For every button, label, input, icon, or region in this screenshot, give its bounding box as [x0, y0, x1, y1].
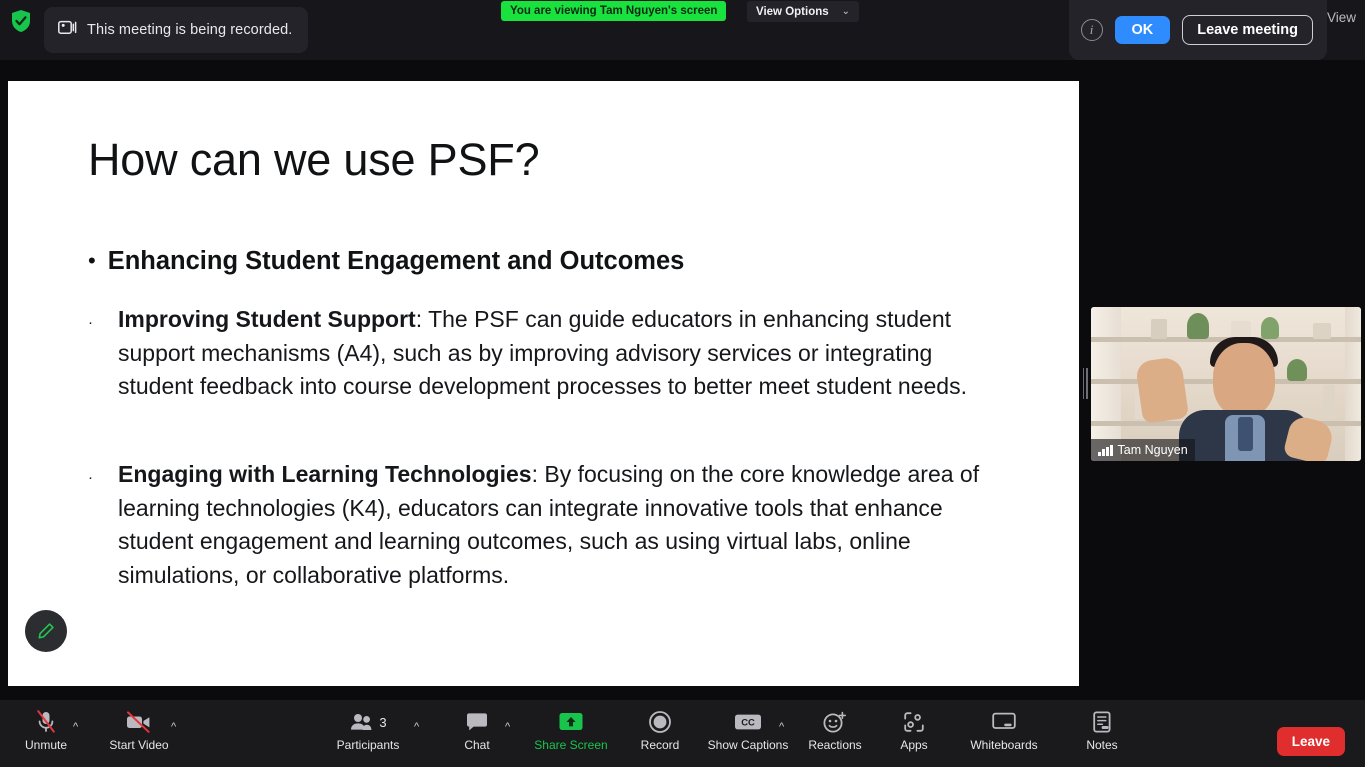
- chat-bubble-icon: [465, 708, 489, 736]
- chevron-down-icon: ⌄: [841, 5, 851, 17]
- video-background: [1091, 307, 1361, 461]
- plant-decoration: [1187, 313, 1209, 339]
- toolbar-item-whiteboards[interactable]: Whiteboards: [958, 708, 1050, 760]
- video-options-caret[interactable]: ^: [171, 721, 176, 733]
- shelf-object: [1323, 385, 1335, 419]
- network-signal-icon: [1098, 444, 1113, 456]
- toolbar-label-whiteboards: Whiteboards: [970, 738, 1038, 752]
- shelf-column-left: [1091, 307, 1121, 461]
- shield-check-icon[interactable]: [6, 6, 36, 36]
- toolbar-item-unmute[interactable]: Unmute: [16, 708, 76, 760]
- person-face: [1213, 343, 1275, 417]
- toolbar-label-show-captions: Show Captions: [707, 738, 789, 752]
- share-screen-icon: [558, 708, 584, 736]
- ok-button[interactable]: OK: [1114, 16, 1171, 44]
- pen-annotate-icon[interactable]: [25, 610, 67, 652]
- toolbar-item-start-video[interactable]: Start Video: [104, 708, 174, 760]
- slide-heading-bullet: • Enhancing Student Engagement and Outco…: [88, 245, 1018, 277]
- toolbar-label-notes: Notes: [1086, 738, 1118, 752]
- bullet-dot-icon: ·: [88, 314, 93, 331]
- panel-resize-handle[interactable]: [1081, 367, 1089, 400]
- meeting-toolbar: Unmute ^ Start Video ^ 3 Participants ^ …: [0, 700, 1365, 767]
- svg-text:CC: CC: [741, 716, 755, 727]
- participant-name-bar: Tam Nguyen: [1091, 439, 1195, 461]
- leave-button[interactable]: Leave: [1276, 727, 1345, 756]
- participant-video-tile[interactable]: Tam Nguyen: [1091, 307, 1361, 461]
- toolbar-label-unmute: Unmute: [24, 738, 68, 752]
- toolbar-item-show-captions[interactable]: CC Show Captions: [703, 708, 793, 760]
- notes-icon: [1091, 708, 1113, 736]
- handle-line: [1086, 368, 1088, 399]
- participant-name: Tam Nguyen: [1117, 443, 1188, 457]
- slide-point-1-lead: Improving Student Support: [118, 306, 416, 332]
- chat-options-caret[interactable]: ^: [505, 721, 510, 733]
- participants-icon: 3: [349, 708, 387, 736]
- toolbar-label-participants: Participants: [336, 738, 400, 752]
- closed-captions-icon: CC: [733, 708, 763, 736]
- toolbar-item-share-screen[interactable]: Share Screen: [530, 708, 612, 760]
- slide-point-1-text: Improving Student Support: The PSF can g…: [118, 303, 1008, 404]
- toolbar-label-record: Record: [640, 738, 680, 752]
- record-circle-icon: [648, 708, 672, 736]
- recording-indicator: This meeting is being recorded.: [44, 7, 309, 53]
- slide-heading-text: Enhancing Student Engagement and Outcome…: [107, 247, 685, 275]
- toolbar-label-reactions: Reactions: [808, 738, 862, 752]
- shelf-object: [1313, 323, 1331, 339]
- info-icon[interactable]: i: [1080, 19, 1103, 41]
- slide-point-2-lead: Engaging with Learning Technologies: [118, 461, 532, 487]
- shelf-column-right: [1345, 307, 1361, 461]
- viewing-screen-text: You are viewing Tam Nguyen's screen: [510, 5, 718, 17]
- whiteboard-icon: [991, 708, 1017, 736]
- toolbar-item-notes[interactable]: Notes: [1076, 708, 1128, 760]
- meeting-actions-group: i OK Leave meeting: [1068, 0, 1327, 60]
- captions-options-caret[interactable]: ^: [779, 721, 784, 733]
- viewing-screen-banner: You are viewing Tam Nguyen's screen: [501, 1, 727, 21]
- participants-count: 3: [379, 714, 387, 730]
- slide-point-1: · Improving Student Support: The PSF can…: [88, 303, 1018, 404]
- microphone-muted-icon: [34, 708, 58, 736]
- reactions-smiley-icon: [822, 708, 848, 736]
- slide-point-2-text: Engaging with Learning Technologies: By …: [118, 458, 1008, 592]
- person-hand-left: [1134, 356, 1190, 424]
- toolbar-label-share-screen: Share Screen: [534, 738, 608, 752]
- recording-text: This meeting is being recorded.: [87, 22, 293, 38]
- plant-decoration: [1287, 359, 1307, 381]
- bullet-dot-icon: ·: [88, 469, 93, 486]
- toolbar-label-chat: Chat: [464, 738, 490, 752]
- zoom-meeting-window: This meeting is being recorded. You are …: [0, 0, 1365, 767]
- shelf-object: [1151, 319, 1167, 339]
- view-options-button[interactable]: View Options ⌄: [747, 1, 860, 22]
- toolbar-item-chat[interactable]: Chat: [452, 708, 502, 760]
- toolbar-label-apps: Apps: [900, 738, 928, 752]
- top-bar: This meeting is being recorded. You are …: [0, 0, 1365, 60]
- slide-point-2: · Engaging with Learning Technologies: B…: [88, 458, 1018, 592]
- apps-icon: [902, 708, 926, 736]
- bullet-dot-icon: •: [88, 248, 96, 273]
- unmute-options-caret[interactable]: ^: [73, 721, 78, 733]
- view-label[interactable]: View: [1327, 10, 1356, 25]
- video-off-icon: [125, 708, 153, 736]
- shared-screen-slide[interactable]: How can we use PSF? • Enhancing Student …: [8, 81, 1079, 686]
- leave-meeting-button[interactable]: Leave meeting: [1182, 15, 1313, 45]
- person-tie: [1238, 417, 1253, 451]
- participants-options-caret[interactable]: ^: [414, 721, 419, 733]
- toolbar-item-reactions[interactable]: Reactions: [801, 708, 869, 760]
- handle-line: [1082, 368, 1084, 399]
- toolbar-item-apps[interactable]: Apps: [888, 708, 940, 760]
- recording-camera-icon: [58, 20, 78, 40]
- view-options-label: View Options: [756, 5, 829, 18]
- toolbar-item-participants[interactable]: 3 Participants: [333, 708, 403, 760]
- toolbar-label-start-video: Start Video: [109, 738, 169, 752]
- toolbar-item-record[interactable]: Record: [630, 708, 690, 760]
- plant-decoration: [1261, 317, 1279, 339]
- slide-title: How can we use PSF?: [88, 134, 540, 185]
